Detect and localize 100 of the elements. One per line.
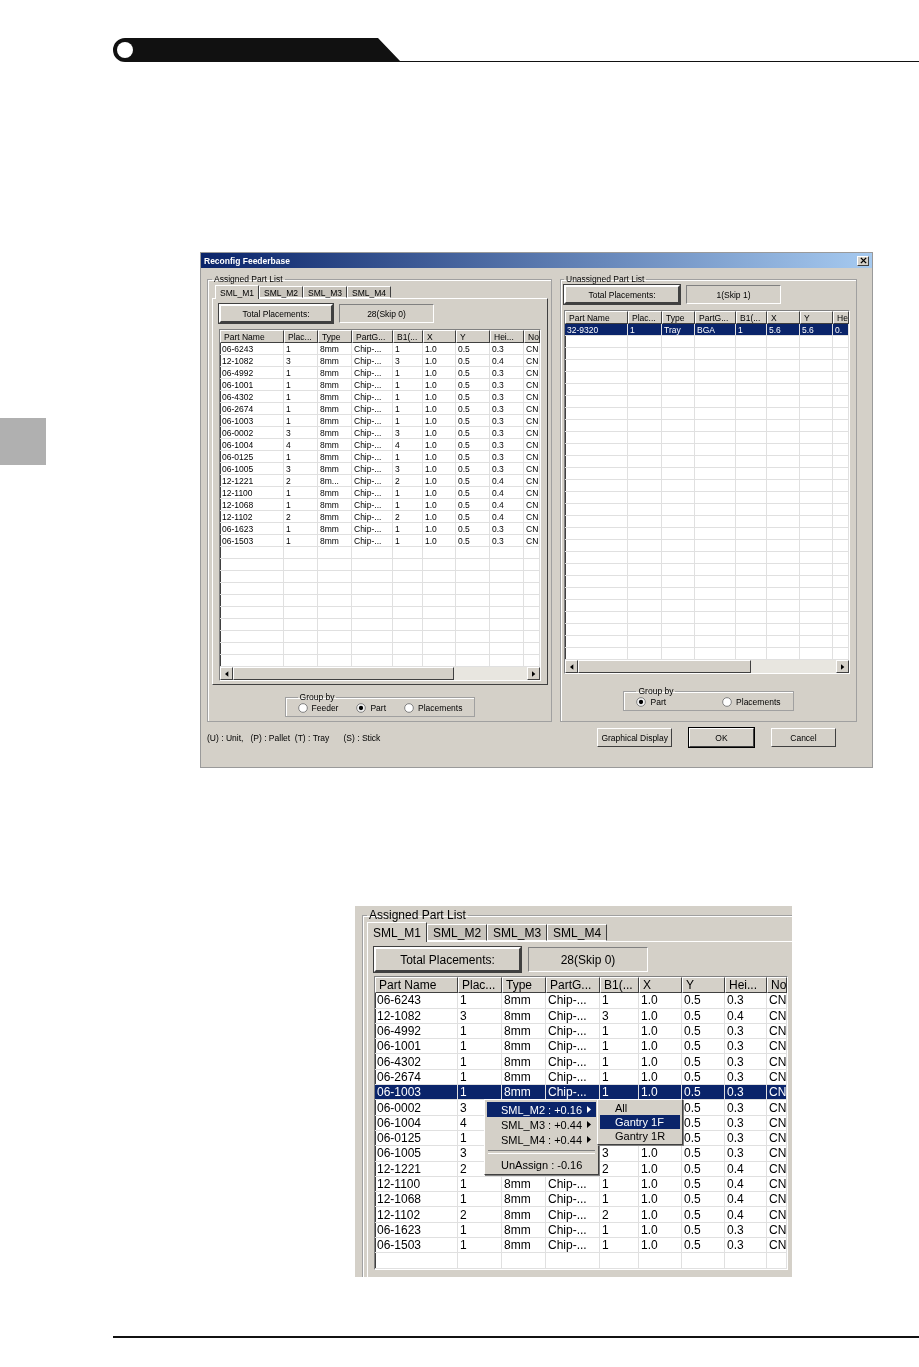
column-header[interactable]: B1(... [736,311,767,324]
radio-button[interactable]: Part [356,703,387,713]
empty-cell [833,552,849,564]
tab[interactable]: SML_M2 [427,924,488,941]
horizontal-scrollbar[interactable] [565,660,849,673]
table-cell[interactable]: 06-1004 [220,439,284,451]
table-cell[interactable]: 06-0002 [220,427,284,439]
table-cell[interactable]: 06-0125 [220,451,284,463]
table-cell[interactable]: 06-1003 [220,415,284,427]
empty-cell [695,504,736,516]
table-cell[interactable]: 06-2674 [220,403,284,415]
table-cell[interactable]: 06-1004 [375,1115,458,1131]
table-cell[interactable]: 32-9320 [565,324,628,336]
table-cell[interactable]: 12-1100 [220,487,284,499]
column-header[interactable]: B1(... [600,977,639,994]
column-header[interactable]: Plac... [628,311,662,324]
column-header[interactable]: Hei... [725,977,767,994]
column-header[interactable]: X [639,977,682,994]
column-header[interactable]: Part Name [375,977,458,994]
column-header[interactable]: Y [800,311,833,324]
table-cell[interactable]: 06-0002 [375,1100,458,1116]
table-cell[interactable]: 12-1102 [375,1207,458,1223]
tab[interactable]: SML_M1 [367,922,428,942]
table-cell[interactable]: 06-4302 [375,1054,458,1070]
scrollbar-thumb[interactable] [578,660,751,673]
column-header[interactable]: Part Name [565,311,628,324]
empty-cell [524,595,540,607]
menu-item[interactable]: SML_M2 : +0.16 [487,1102,596,1117]
column-header[interactable]: Plac... [284,330,318,343]
menu-item[interactable]: All [600,1101,680,1115]
table-cell[interactable]: 12-1221 [220,475,284,487]
table-cell[interactable]: 12-1082 [220,355,284,367]
dialog-button[interactable]: Graphical Display [597,728,672,747]
table-cell[interactable]: 06-4302 [220,391,284,403]
table-cell[interactable]: 06-1001 [375,1039,458,1055]
column-header[interactable]: Plac... [458,977,502,994]
radio-button[interactable]: Placements [404,703,463,713]
scroll-left-button[interactable] [220,667,233,680]
table-cell[interactable]: 06-1003 [375,1085,458,1101]
table-cell[interactable]: 06-1005 [375,1146,458,1162]
table-cell[interactable]: 12-1221 [375,1161,458,1177]
column-header[interactable]: X [423,330,456,343]
table-cell[interactable]: 06-0125 [375,1130,458,1147]
column-header[interactable]: Part Name [220,330,284,343]
table-cell[interactable]: 06-1503 [375,1238,458,1254]
column-header[interactable]: No [524,330,540,343]
table-cell: CN [767,1008,787,1024]
column-header[interactable]: No [767,977,787,994]
table-cell: 8mm [318,391,352,403]
column-header[interactable]: Type [502,977,546,994]
tab[interactable]: SML_M4 [547,924,608,941]
close-button[interactable] [857,255,869,266]
column-header[interactable]: Hei... [490,330,524,343]
column-header[interactable]: Type [318,330,352,343]
empty-cell [833,528,849,540]
empty-cell [695,540,736,552]
menu-item[interactable]: Gantry 1F [600,1115,680,1129]
table-cell[interactable]: 12-1068 [375,1192,458,1208]
tab[interactable]: SML_M4 [347,286,392,298]
table-cell[interactable]: 12-1082 [375,1008,458,1024]
radio-button[interactable]: Feeder [297,703,339,713]
column-header[interactable]: Y [456,330,490,343]
dialog-button[interactable]: Cancel [771,728,836,747]
table-cell: 1 [284,403,318,415]
column-header[interactable]: PartG... [695,311,736,324]
column-header[interactable]: Y [682,977,725,994]
column-header[interactable]: He [833,311,849,324]
scrollbar-thumb[interactable] [233,667,454,680]
tab[interactable]: SML_M3 [303,286,348,298]
tab[interactable]: SML_M2 [259,286,304,298]
table-cell[interactable]: 06-6243 [220,343,284,355]
radio-button[interactable]: Placements [722,697,781,707]
column-header[interactable]: PartG... [352,330,393,343]
table-cell: 3 [284,355,318,367]
column-header[interactable]: PartG... [546,977,600,994]
table-cell[interactable]: 06-1001 [220,379,284,391]
table-cell[interactable]: 12-1068 [220,499,284,511]
table-cell[interactable]: 06-1005 [220,463,284,475]
table-cell[interactable]: 06-1503 [220,535,284,547]
scroll-right-button[interactable] [836,660,849,673]
horizontal-scrollbar[interactable] [220,667,540,680]
table-cell[interactable]: 06-6243 [375,993,458,1009]
table-cell[interactable]: 12-1102 [220,511,284,523]
scroll-left-button[interactable] [565,660,578,673]
column-header[interactable]: B1(... [393,330,423,343]
dialog-button[interactable]: OK [689,728,754,747]
table-cell[interactable]: 06-1623 [375,1222,458,1239]
tab[interactable]: SML_M1 [215,285,259,299]
scroll-right-button[interactable] [527,667,540,680]
tab[interactable]: SML_M3 [487,924,548,941]
column-header[interactable]: Type [662,311,695,324]
column-header[interactable]: X [767,311,800,324]
radio-button[interactable]: Part [636,697,667,707]
table-cell[interactable]: 12-1100 [375,1176,458,1193]
table-cell[interactable]: 06-4992 [375,1023,458,1040]
table-cell: CN [767,1222,787,1239]
table-cell[interactable]: 06-1623 [220,523,284,535]
menu-item[interactable]: Gantry 1R [600,1129,680,1143]
table-cell: 0.3 [490,451,524,463]
table-cell[interactable]: 06-4992 [220,367,284,379]
